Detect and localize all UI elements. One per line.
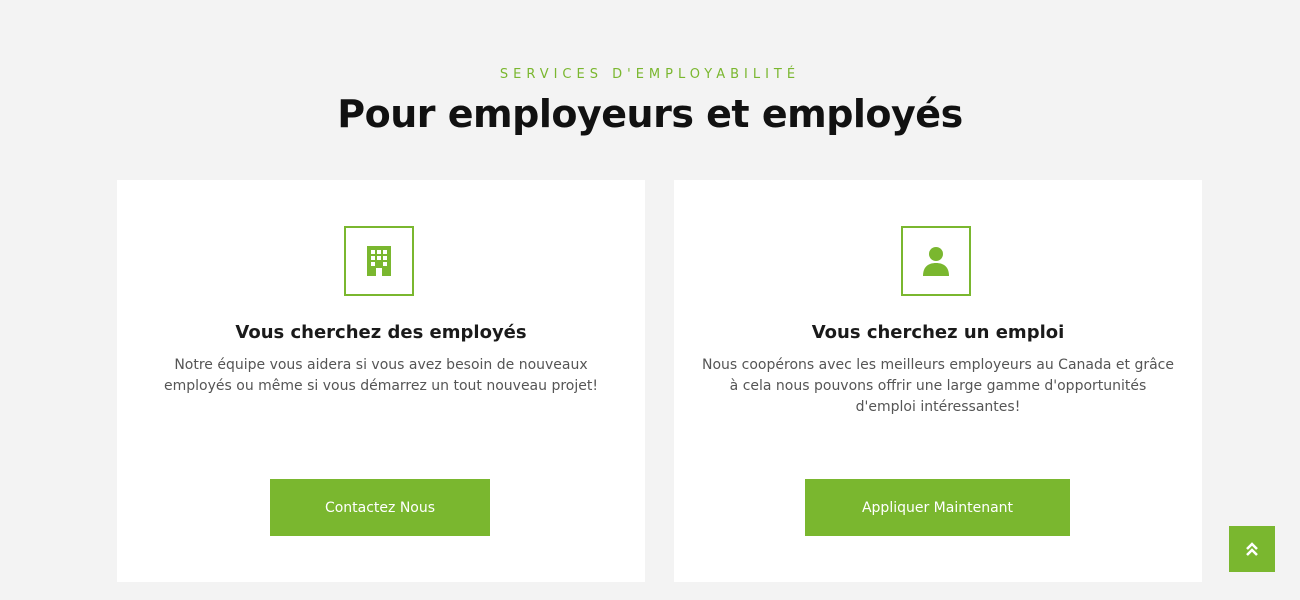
double-chevron-up-icon [1246,542,1258,556]
contact-us-button[interactable]: Contactez Nous [270,479,490,536]
scroll-to-top-button[interactable] [1229,526,1275,572]
card-title: Vous cherchez un emploi [811,322,1065,343]
section-eyebrow: SERVICES D'EMPLOYABILITÉ [499,67,801,82]
employability-services-section: SERVICES D'EMPLOYABILITÉ Pour employeurs… [0,0,1300,600]
apply-now-button[interactable]: Appliquer Maintenant [805,479,1070,536]
employers-card: Vous cherchez des employés Notre équipe … [117,180,645,582]
card-description: Notre équipe vous aidera si vous avez be… [164,357,598,394]
user-icon [901,226,971,296]
section-heading: Pour employeurs et employés [337,92,963,136]
job-seekers-card: Vous cherchez un emploi Nous coopérons a… [674,180,1202,582]
card-title: Vous cherchez des employés [235,322,527,343]
building-icon [344,226,414,296]
card-description: Nous coopérons avec les meilleurs employ… [702,357,1174,415]
